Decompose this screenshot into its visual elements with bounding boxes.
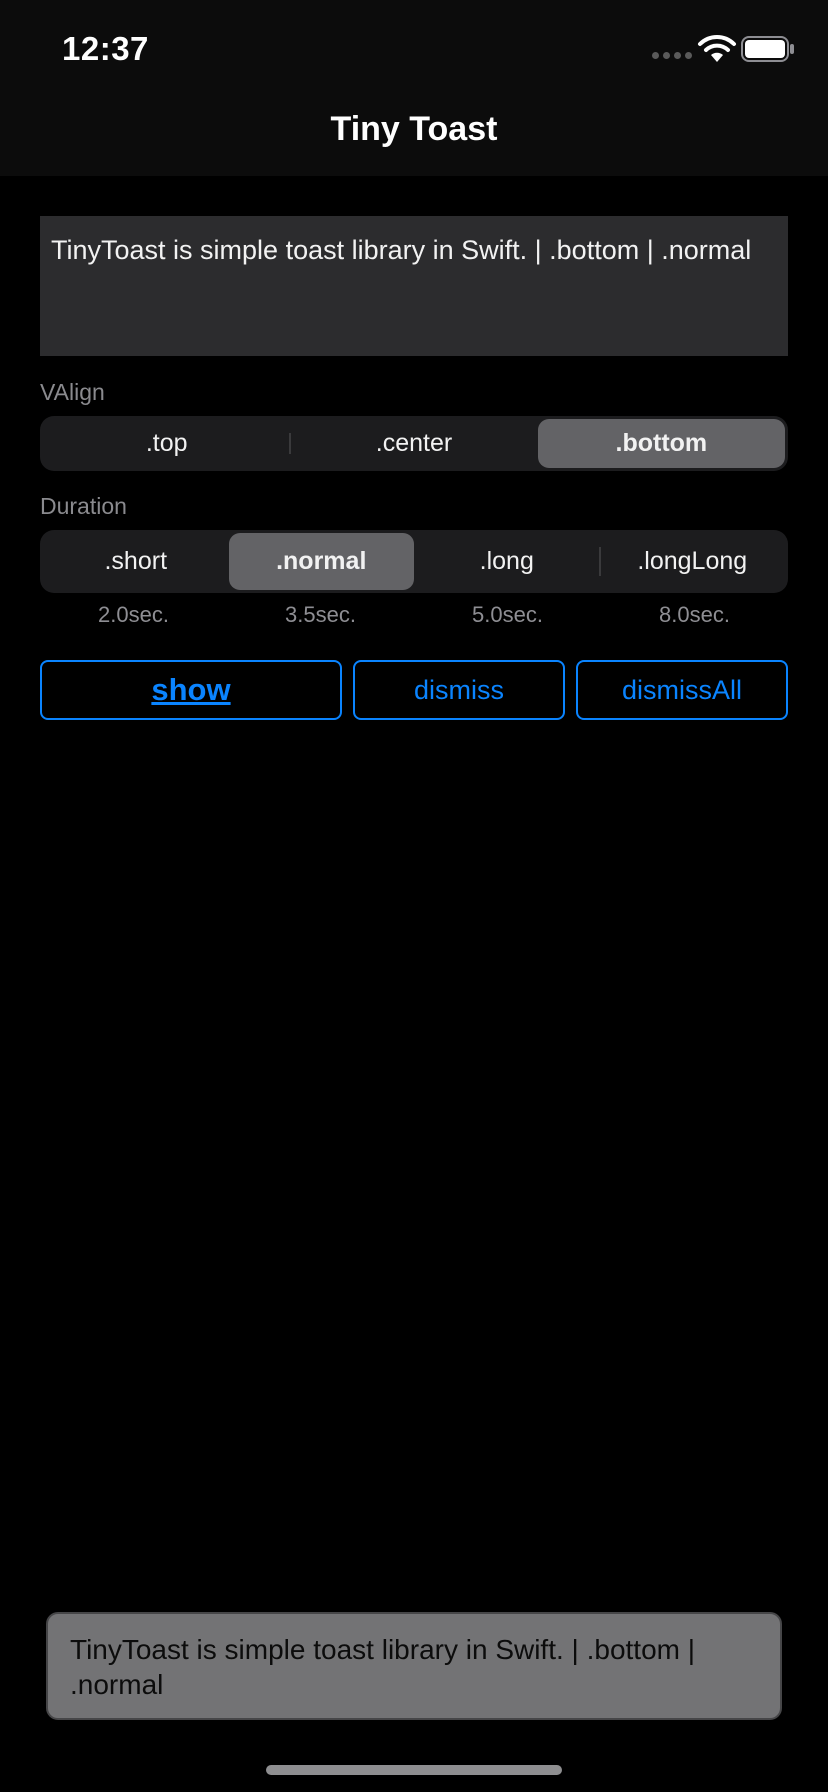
message-text-field[interactable]: TinyToast is simple toast library in Swi…	[40, 216, 788, 356]
valign-segmented-control[interactable]: .top .center .bottom	[40, 416, 788, 471]
valign-segment-top[interactable]: .top	[43, 419, 290, 468]
cellular-signal-icon	[652, 52, 692, 59]
duration-segment-longlong[interactable]: .longLong	[598, 533, 786, 590]
duration-label: Duration	[40, 493, 127, 519]
duration-segment-long[interactable]: .long	[414, 533, 600, 590]
duration-segment-normal[interactable]: .normal	[228, 533, 414, 590]
duration-seconds-longlong: 8.0sec.	[659, 602, 730, 627]
home-indicator[interactable]	[266, 1765, 562, 1775]
duration-seconds-long: 5.0sec.	[472, 602, 543, 627]
duration-segment-short[interactable]: .short	[43, 533, 229, 590]
battery-icon	[741, 36, 794, 62]
valign-segment-bottom[interactable]: .bottom	[537, 419, 785, 468]
duration-segmented-control[interactable]: .short .normal .long .longLong	[40, 530, 788, 593]
page-title: Tiny Toast	[330, 110, 498, 148]
valign-label: VAlign	[40, 379, 105, 405]
duration-seconds-normal: 3.5sec.	[285, 602, 356, 627]
dismiss-all-button[interactable]: dismissAll	[576, 660, 788, 720]
valign-segment-center[interactable]: .center	[289, 419, 537, 468]
status-bar: 12:37	[0, 0, 828, 100]
duration-seconds-row: 2.0sec. 3.5sec. 5.0sec. 8.0sec.	[40, 602, 788, 628]
show-button[interactable]: show	[40, 660, 342, 720]
status-time: 12:37	[62, 30, 149, 67]
duration-seconds-short: 2.0sec.	[98, 602, 169, 627]
wifi-icon	[698, 34, 736, 62]
toast-message: TinyToast is simple toast library in Swi…	[46, 1612, 782, 1720]
navigation-bar: Tiny Toast	[0, 100, 828, 176]
dismiss-button[interactable]: dismiss	[353, 660, 565, 720]
